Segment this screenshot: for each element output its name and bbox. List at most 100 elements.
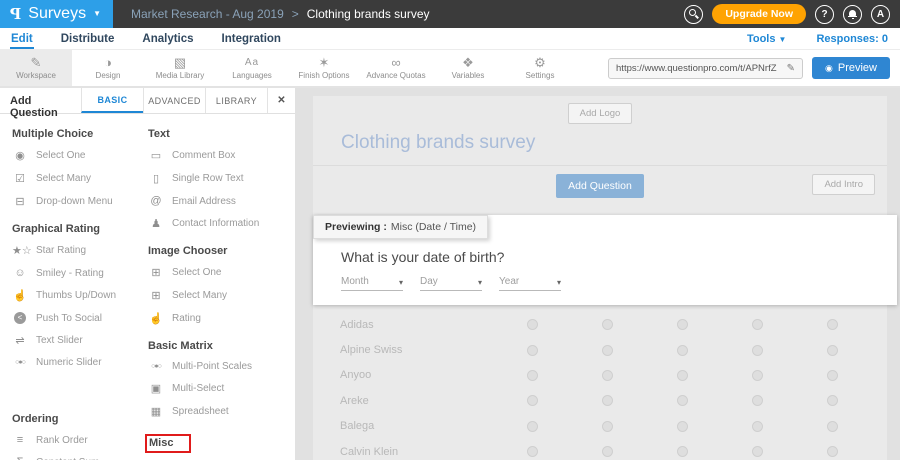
question-type-contact-information[interactable]: ♟Contact Information (148, 212, 293, 235)
matrix-radio[interactable] (752, 345, 763, 356)
matrix-radio[interactable] (602, 345, 613, 356)
matrix-radio[interactable] (677, 319, 688, 330)
toolbar-workspace[interactable]: ✎ Workspace (0, 50, 72, 86)
tab-basic[interactable]: BASIC (81, 88, 143, 113)
matrix-radio[interactable] (752, 395, 763, 406)
question-type-rank-order[interactable]: ≡Rank Order (12, 429, 148, 451)
add-question-button[interactable]: Add Question (556, 174, 644, 198)
section-header-text: Text (148, 128, 293, 140)
matrix-radio[interactable] (602, 421, 613, 432)
survey-url-field[interactable]: https://www.questionpro.com/t/APNrfZ ✎ (608, 58, 803, 79)
matrix-radio[interactable] (527, 421, 538, 432)
matrix-radio[interactable] (677, 395, 688, 406)
responses-count[interactable]: Responses: 0 (816, 33, 888, 45)
nav-tab-edit[interactable]: Edit (10, 30, 34, 49)
question-type-select-many[interactable]: ☑Select Many (12, 167, 148, 190)
notifications-button[interactable] (843, 5, 862, 24)
question-type-select-one[interactable]: ⊞Select One (148, 261, 293, 284)
chevron-down-icon: ▾ (557, 279, 561, 287)
nav-tab-analytics[interactable]: Analytics (141, 30, 194, 49)
question-type-multi-point-scales[interactable]: ○●○Multi-Point Scales (148, 356, 293, 377)
matrix-radio[interactable] (527, 370, 538, 381)
matrix-radio[interactable] (827, 395, 838, 406)
select-many-icon: ☑ (12, 172, 28, 185)
question-type-select-one[interactable]: ◉Select One (12, 144, 148, 167)
toolbar-finish-options[interactable]: ✶ Finish Options (288, 50, 360, 86)
matrix-radio[interactable] (827, 345, 838, 356)
upgrade-now-button[interactable]: Upgrade Now (712, 4, 806, 24)
matrix-radio[interactable] (677, 446, 688, 457)
breadcrumb-folder[interactable]: Market Research - Aug 2019 (131, 7, 284, 21)
matrix-radio[interactable] (827, 421, 838, 432)
matrix-radio[interactable] (752, 319, 763, 330)
question-type-label: Single Row Text (172, 173, 244, 184)
question-type-star-rating[interactable]: ★☆Star Rating (12, 239, 148, 262)
toolbar-advance-quotas[interactable]: ∞ Advance Quotas (360, 50, 432, 86)
matrix-radio[interactable] (827, 446, 838, 457)
section-header-basic-matrix: Basic Matrix (148, 340, 293, 352)
question-type-thumbs-up-down[interactable]: ☝Thumbs Up/Down (12, 284, 148, 307)
question-type-constant-sum[interactable]: ΣConstant Sum (12, 451, 148, 460)
year-dropdown[interactable]: Year▾ (499, 276, 561, 291)
toolbar-languages[interactable]: Aa Languages (216, 50, 288, 86)
matrix-radio[interactable] (527, 345, 538, 356)
question-type-comment-box[interactable]: ▭Comment Box (148, 144, 293, 167)
nav-tab-distribute[interactable]: Distribute (60, 30, 116, 49)
question-type-label: Star Rating (36, 245, 86, 256)
preview-button[interactable]: ◉ Preview (812, 57, 890, 79)
toolbar-variables[interactable]: ❖ Variables (432, 50, 504, 86)
surveys-product-menu[interactable]: P Surveys ▼ (0, 0, 113, 28)
tab-advanced[interactable]: ADVANCED (143, 88, 205, 113)
question-type-select-many[interactable]: ⊞Select Many (148, 284, 293, 307)
single-row-text-icon: ▯ (148, 172, 164, 185)
matrix-radio[interactable] (677, 345, 688, 356)
matrix-radio[interactable] (752, 370, 763, 381)
matrix-radio[interactable] (752, 421, 763, 432)
matrix-radio[interactable] (827, 319, 838, 330)
matrix-radio[interactable] (752, 446, 763, 457)
matrix-radio[interactable] (527, 319, 538, 330)
tools-menu[interactable]: Tools ▼ (747, 33, 787, 45)
question-type-spreadsheet[interactable]: ▦Spreadsheet (148, 400, 293, 423)
close-icon[interactable]: ✕ (267, 88, 295, 113)
thumbs-icon: ☝ (12, 289, 28, 302)
question-type-label: Select Many (172, 290, 227, 301)
matrix-radio[interactable] (677, 370, 688, 381)
question-type-multi-select[interactable]: ▣Multi-Select (148, 377, 293, 400)
matrix-radio[interactable] (602, 395, 613, 406)
matrix-radio[interactable] (677, 421, 688, 432)
add-logo-button[interactable]: Add Logo (568, 103, 633, 124)
section-header-ordering: Ordering (12, 413, 148, 425)
matrix-radio[interactable] (602, 319, 613, 330)
question-type-push-to-social[interactable]: <Push To Social (12, 307, 148, 329)
survey-title[interactable]: Clothing brands survey (313, 124, 887, 165)
variables-tag-icon: ❖ (462, 56, 474, 69)
month-dropdown[interactable]: Month▾ (341, 276, 403, 291)
question-type-text-slider[interactable]: ⇌Text Slider (12, 329, 148, 352)
toolbar-media-library[interactable]: ▧ Media Library (144, 50, 216, 86)
email-at-icon: @ (148, 195, 164, 207)
question-type-drop-down-menu[interactable]: ⊟Drop-down Menu (12, 190, 148, 213)
search-button[interactable] (684, 5, 703, 24)
toolbar-design[interactable]: ◑ Design (72, 50, 144, 86)
matrix-radio[interactable] (827, 370, 838, 381)
question-type-smiley-rating[interactable]: ☺Smiley - Rating (12, 262, 148, 284)
panel-title: Add Question (0, 88, 81, 113)
matrix-radio[interactable] (602, 446, 613, 457)
tab-library[interactable]: LIBRARY (205, 88, 267, 113)
matrix-radio[interactable] (527, 446, 538, 457)
day-dropdown[interactable]: Day▾ (420, 276, 482, 291)
question-type-single-row-text[interactable]: ▯ Single Row Text (148, 167, 293, 190)
avatar[interactable]: A (871, 5, 890, 24)
question-type-rating[interactable]: ☝Rating (148, 307, 293, 330)
toolbar-settings[interactable]: ⚙ Settings (504, 50, 576, 86)
question-type-email-address[interactable]: @Email Address (148, 190, 293, 212)
matrix-radio[interactable] (527, 395, 538, 406)
matrix-radio[interactable] (602, 370, 613, 381)
help-button[interactable]: ? (815, 5, 834, 24)
nav-tab-integration[interactable]: Integration (221, 30, 282, 49)
question-type-numeric-slider[interactable]: ○●○Numeric Slider (12, 352, 148, 373)
add-intro-button[interactable]: Add Intro (812, 174, 875, 195)
matrix-row-label: Areke (313, 395, 495, 407)
edit-pencil-icon[interactable]: ✎ (787, 63, 795, 74)
